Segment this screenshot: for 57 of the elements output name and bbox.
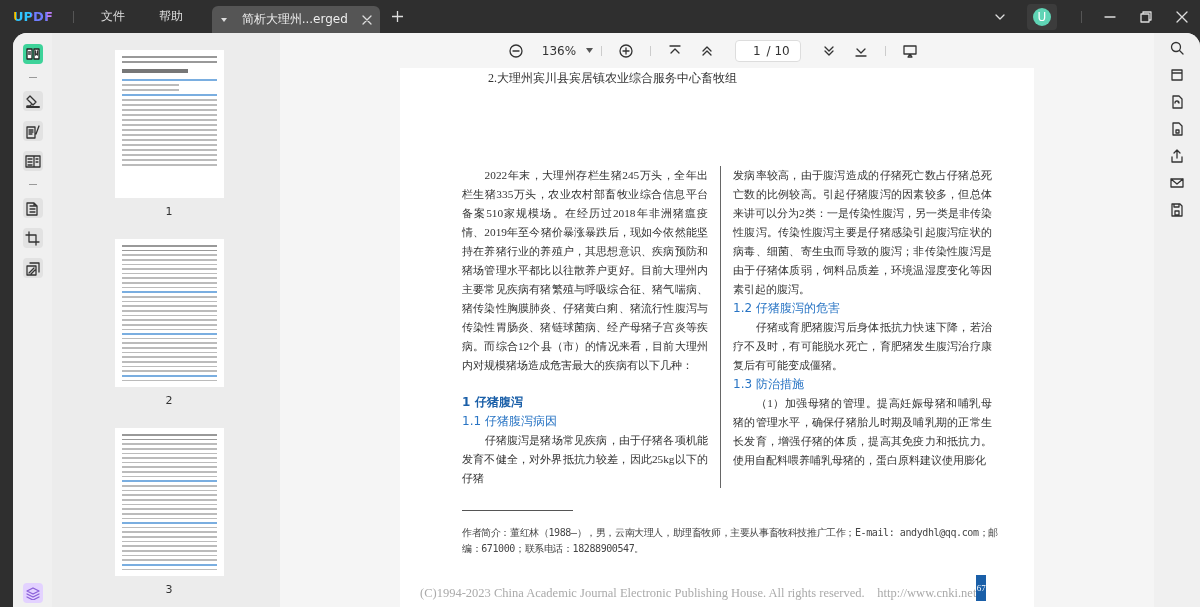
tool-button[interactable] xyxy=(22,198,43,218)
mail-icon[interactable] xyxy=(1170,176,1184,190)
zoom-out-icon[interactable] xyxy=(508,43,523,58)
presentation-icon[interactable] xyxy=(903,43,918,58)
search-icon[interactable] xyxy=(1170,41,1184,55)
page-field[interactable]: 1 / 10 xyxy=(735,39,802,62)
page-input[interactable]: 1 xyxy=(746,43,761,58)
page-number: 3 xyxy=(165,583,173,596)
pages-icon xyxy=(24,200,41,216)
tool-button[interactable] xyxy=(22,121,43,141)
section-heading: 1.3 防治措施 xyxy=(733,376,805,393)
page-number: 2 xyxy=(165,394,173,407)
section-heading: 1 仔猪腹泻 xyxy=(462,394,524,411)
save-icon[interactable] xyxy=(1170,203,1184,217)
page-text: 2.大理州宾川县宾居镇农业综合服务中心畜牧组 xyxy=(488,70,738,86)
page-number: 1 xyxy=(165,205,173,218)
zoom-level[interactable]: 136% xyxy=(541,43,577,58)
section-heading: 1.1 仔猪腹泻病因 xyxy=(462,413,558,430)
page-thumbnail[interactable] xyxy=(114,428,224,576)
layers-icon xyxy=(25,586,40,600)
tool-button[interactable] xyxy=(22,258,43,278)
page-count: / 10 xyxy=(766,43,790,58)
caret-icon[interactable] xyxy=(586,48,594,53)
chevron-down-icon[interactable] xyxy=(995,13,1005,20)
share-icon[interactable] xyxy=(1170,149,1184,163)
restore-icon[interactable] xyxy=(1140,10,1152,23)
tool-button[interactable] xyxy=(22,91,43,111)
paragraph: 发病率较高，由于腹泻造成的仔猪死亡数占仔猪总死亡数的比例较高。引起仔猪腹泻的因素较多，但总体来讲可以分为2类：一是传染性腹泻，另一类是非传染性腹泻。传染性腹泻主要是仔猪感染引起腹泻症状的病毒、细菌、寄生虫而导致的腹泻；非传染性腹泻是由于仔猪体质弱，饲料品质差，环境温湿度变化等因素引起的腹泻。 xyxy=(733,168,992,297)
menu-item[interactable]: 文件 xyxy=(83,8,142,25)
tool-button[interactable] xyxy=(22,228,43,248)
paragraph: 仔猪或育肥猪腹泻后身体抵抗力快速下降，若治疗不及时，有可能脱水死亡，育肥猪发生腹泻治疗康复后有可能变成僵猪。 xyxy=(733,320,992,373)
page-thumbnail[interactable] xyxy=(114,50,224,198)
paragraph: 仔猪腹泻是猪场常见疾病，由于仔猪各项机能发育不健全，对外界抵抗力较差，因此25kg以下的仔猪 xyxy=(462,433,708,486)
plus-icon[interactable] xyxy=(391,11,403,22)
form-icon xyxy=(24,153,41,169)
layers-button[interactable] xyxy=(22,583,43,603)
paragraph: 2022年末，大理州存栏生猪245万头，全年出栏生猪335万头，农业农村部畜牧业综合信息平台备案510家规模场。在经历过2018年非洲猪瘟疫情、2019年至今猪价暴涨暴跌后，现如今依然能坚持在养猪行业的养殖户，其思想意识、疾病预防和猪场管理水平都比以往散养户更好。目前大理州内主要常见疾病有猪繁殖与呼吸综合征、猪气喘病、猪传染性胸膜肺炎、仔猪黄白痢、猪流行性腹泻与传染性胃肠炎、猪链球菌病、经产母猪子宫炎等疾病。而综合12个县（市）的情况来看，目前大理州内对规模猪场造成危害最大的疾病有以下几种： xyxy=(462,168,708,373)
copyright-text: (C)1994-2023 China Academic Journal Electronic Publishing House. All rights reserved. http://www.cnki.net xyxy=(420,586,977,601)
tab-title: 简析大理州...erged xyxy=(240,11,349,28)
pen-document-icon xyxy=(24,123,41,139)
caret-icon[interactable] xyxy=(219,16,228,23)
document-tab[interactable]: 简析大理州...erged xyxy=(211,6,380,33)
section-heading: 1.2 仔猪腹泻的危害 xyxy=(733,300,841,317)
close-icon[interactable] xyxy=(1176,10,1188,23)
page-thumbnail[interactable] xyxy=(114,239,224,387)
zoom-in-icon[interactable] xyxy=(619,43,634,58)
highlighter-icon xyxy=(24,93,41,109)
tool-button[interactable] xyxy=(22,44,43,64)
duplicate-icon xyxy=(24,260,41,276)
paragraph: （1）加强母猪的管理。提高妊娠母猪和哺乳母猪的管理水平，确保仔猪胎儿时期及哺乳期的正常生长发育，增强仔猪的体质，提高其免疫力和抵抗力。使用自配料喂养哺乳母猪的，蛋白原料建议使用膨化 xyxy=(733,396,992,468)
tool-button[interactable] xyxy=(22,151,43,171)
footnote: 作者简介：董红林（1988—），男，云南大理人，助理畜牧师，主要从事畜牧科技推广工作；E-mail: andydhl@qq.com；邮编：671000；联系电话：18288900547。 xyxy=(462,526,999,556)
crop-icon xyxy=(24,230,41,246)
page-number-badge: 67 xyxy=(976,575,986,601)
close-icon[interactable] xyxy=(361,14,372,25)
menu-item[interactable]: 帮助 xyxy=(141,8,200,25)
book-icon xyxy=(24,46,41,62)
